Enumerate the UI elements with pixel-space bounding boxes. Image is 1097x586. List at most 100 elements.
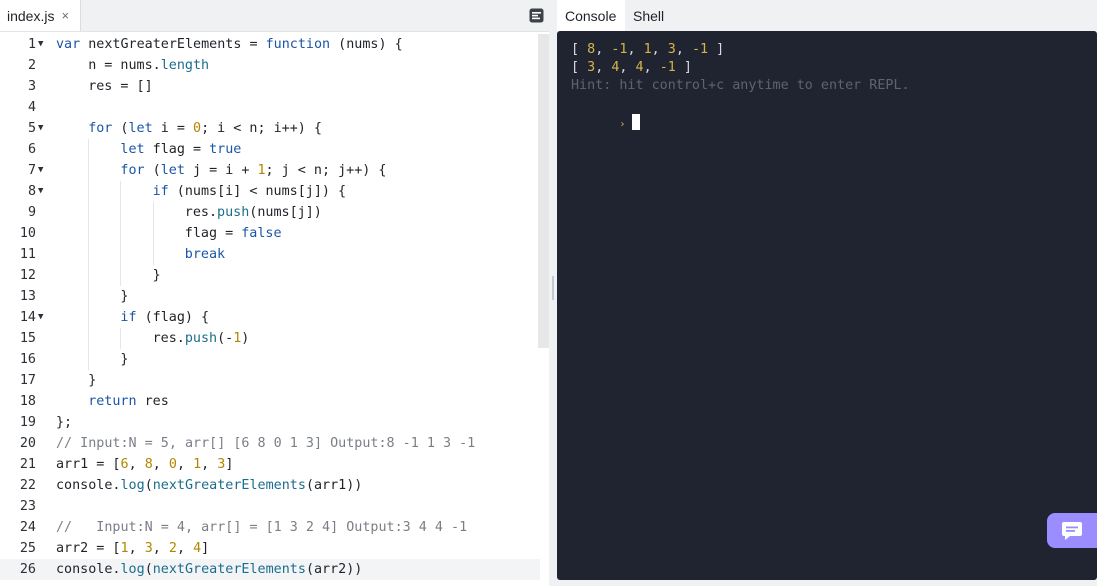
code-line[interactable]: 20 // Input:N = 5, arr[] [6 8 0 1 3] Outp… [0,433,540,454]
fold-arrow-icon[interactable]: ▼ [38,160,43,181]
repl-hint: Hint: hit control+c anytime to enter REP… [571,78,910,93]
prompt-icon: › [619,119,626,130]
fold-arrow-icon[interactable]: ▼ [38,307,43,328]
tab-console[interactable]: Console [557,0,625,31]
line-number: 6 [27,142,36,157]
code-line[interactable]: 23 [0,496,540,517]
line-number: 17 [19,373,36,388]
line-number: 23 [19,499,36,514]
code-text: // Input:N = 5, arr[] [6 8 0 1 3] Output… [56,436,476,451]
code-line[interactable]: 22 console.log(nextGreaterElements(arr1)) [0,475,540,496]
line-number: 10 [19,226,36,241]
indent-guide [120,244,122,265]
indent-guide [88,223,90,244]
line-number: 22 [19,478,36,493]
code-line[interactable]: 24 // Input:N = 4, arr[] = [1 3 2 4] Outp… [0,517,540,538]
code-line[interactable]: 7 ▼ for (let j = i + 1; j < n; j++) { [0,160,540,181]
code-line[interactable]: 9 res.push(nums[j]) [0,202,540,223]
line-number: 14 [19,310,36,325]
code-line[interactable]: 11 break [0,244,540,265]
code-line[interactable]: 18 return res [0,391,540,412]
code-line[interactable]: 15 res.push(-1) [0,328,540,349]
code-line[interactable]: 3 res = [] [0,76,540,97]
code-line[interactable]: 5 ▼ for (let i = 0; i < n; i++) { [0,118,540,139]
code-text: return res [88,394,169,409]
tab-shell[interactable]: Shell [625,0,675,31]
indent-guide [88,349,90,370]
console-prompt-line[interactable]: › [571,96,641,152]
code-text: if (nums[i] < nums[j]) { [152,184,347,199]
code-text: // Input:N = 4, arr[] = [1 3 2 4] Output… [56,520,468,535]
code-line[interactable]: 8 ▼ if (nums[i] < nums[j]) { [0,181,540,202]
code-text: } [120,352,129,367]
fold-arrow-icon[interactable]: ▼ [38,34,43,55]
line-number: 9 [27,205,36,220]
code-line[interactable]: 19}; [0,412,540,433]
line-number: 11 [19,247,36,262]
indent-guide [88,265,90,286]
line-number: 25 [19,541,36,556]
console-output-line: [ 8, -1, 1, 3, -1 ] [571,42,725,57]
code-text: console.log(nextGreaterElements(arr2)) [56,562,363,577]
line-number: 21 [19,457,36,472]
indent-guide [88,244,90,265]
code-line[interactable]: 2 n = nums.length [0,55,540,76]
code-text: res.push(-1) [152,331,250,346]
code-text: arr2 = [1, 3, 2, 4] [56,541,210,556]
code-editor[interactable]: 1 ▼ var nextGreaterElements = function (nu… [0,34,540,586]
text-cursor [632,114,641,130]
code-line[interactable]: 4 [0,97,540,118]
code-line[interactable]: 16} [0,349,540,370]
file-tab-index-js[interactable]: index.js × [0,0,81,31]
console-output[interactable]: [ 8, -1, 1, 3, -1 ] [ 3, 4, 4, -1 ] Hint… [557,31,1097,580]
indent-guide [120,328,122,349]
indent-guide [152,223,154,244]
code-text: res.push(nums[j]) [184,205,322,220]
code-text: for (let i = 0; i < n; i++) { [88,121,322,136]
line-number: 18 [19,394,36,409]
code-text: for (let j = i + 1; j < n; j++) { [120,163,387,178]
indent-guide [88,307,90,328]
indent-guide [152,202,154,223]
code-line[interactable]: 17} [0,370,540,391]
code-line[interactable]: 10 flag = false [0,223,540,244]
indent-guide [88,328,90,349]
line-number: 4 [27,100,36,115]
line-number: 13 [19,289,36,304]
repl-workspace: index.js × 1 ▼ var nextGreaterElements = f… [0,0,1097,586]
indent-guide [88,160,90,181]
tab-shell-label: Shell [633,7,665,24]
code-text: if (flag) { [120,310,210,325]
code-text: arr1 = [6, 8, 0, 1, 3] [56,457,234,472]
code-text: } [120,289,129,304]
code-line[interactable]: 26 console.log(nextGreaterElements(arr2)) [0,559,540,580]
indent-guide [120,181,122,202]
code-line[interactable]: 12} [0,265,540,286]
code-line[interactable]: 14 ▼ if (flag) { [0,307,540,328]
chat-button[interactable] [1047,513,1097,548]
code-text: } [88,373,97,388]
format-icon[interactable] [528,7,544,23]
code-line[interactable]: 21 arr1 = [6, 8, 0, 1, 3] [0,454,540,475]
line-number: 5 [27,121,36,136]
indent-guide [120,265,122,286]
line-number: 19 [19,415,36,430]
console-tab-bar: Console Shell [557,0,1097,31]
code-text: n = nums.length [88,58,210,73]
fold-arrow-icon[interactable]: ▼ [38,181,43,202]
code-text: var nextGreaterElements = function (nums… [56,37,403,52]
code-line[interactable]: 13} [0,286,540,307]
editor-scrollbar[interactable] [538,34,549,348]
line-number: 8 [27,184,36,199]
code-line[interactable]: 25 arr2 = [1, 3, 2, 4] [0,538,540,559]
indent-guide [152,244,154,265]
close-icon[interactable]: × [61,8,69,23]
editor-pane: index.js × 1 ▼ var nextGreaterElements = f… [0,0,549,586]
code-line[interactable]: 1 ▼ var nextGreaterElements = function (nu… [0,34,540,55]
divider-grip[interactable] [552,276,554,300]
fold-arrow-icon[interactable]: ▼ [38,118,43,139]
code-line[interactable]: 6 let flag = true [0,139,540,160]
indent-guide [120,202,122,223]
chat-icon [1062,521,1082,540]
code-text: } [152,268,161,283]
